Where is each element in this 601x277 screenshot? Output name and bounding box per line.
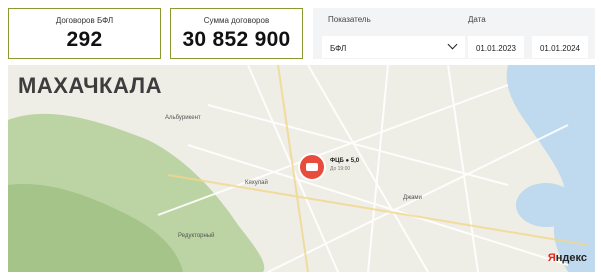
- kpi-value: 292: [66, 28, 103, 51]
- indicator-select-value: БФЛ: [330, 44, 347, 53]
- map-label: Альбурикент: [165, 115, 201, 121]
- indicator-select[interactable]: БФЛ: [322, 36, 465, 58]
- marker-subtitle: До 19:00: [330, 166, 351, 172]
- kpi-contracts-sum: Сумма договоров 30 852 900: [170, 8, 303, 59]
- city-label: МАХАЧКАЛА: [18, 73, 162, 98]
- kpi-label: Договоров БФЛ: [55, 16, 114, 25]
- map-label: Редукторный: [178, 233, 215, 239]
- bank-icon: [306, 163, 318, 171]
- date-to-input[interactable]: 01.01.2024: [532, 36, 588, 58]
- map-label: Джами: [403, 195, 422, 201]
- map-marker-icon[interactable]: [300, 155, 324, 179]
- marker-title: ФЦБ ● 5,0: [330, 158, 360, 164]
- map-label: Кяхулай: [245, 180, 268, 186]
- date-label: Дата: [468, 15, 486, 24]
- yandex-logo-rest: ндекс: [555, 252, 587, 264]
- kpi-label: Сумма договоров: [203, 16, 270, 25]
- kpi-value: 30 852 900: [182, 28, 291, 51]
- chevron-down-icon: [447, 39, 458, 50]
- yandex-logo: Яндекс: [548, 252, 587, 264]
- kpi-contracts-count: Договоров БФЛ 292: [8, 8, 161, 59]
- yandex-logo-y: Я: [547, 252, 556, 264]
- filter-panel: Показатель Дата БФЛ 01.01.2023 01.01.202…: [313, 8, 595, 59]
- date-from-input[interactable]: 01.01.2023: [468, 36, 524, 58]
- map[interactable]: МАХАЧКАЛА Альбурикент Кяхулай Джами Реду…: [8, 65, 595, 272]
- indicator-label: Показатель: [328, 15, 371, 24]
